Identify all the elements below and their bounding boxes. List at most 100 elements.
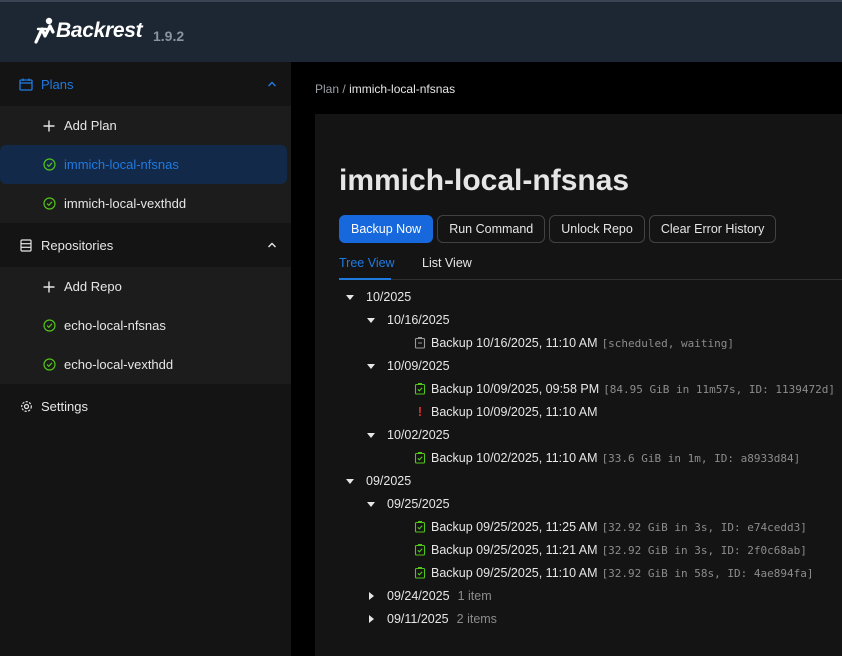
caret-down-icon[interactable] (367, 363, 375, 369)
breadcrumb-separator: / (342, 82, 346, 96)
sidebar-group-plans[interactable]: Plans (0, 62, 291, 106)
check-circle-icon (42, 197, 56, 211)
backup-meta: [32.92 GiB in 3s, ID: 2f0c68ab] (601, 543, 807, 557)
tree-backup[interactable]: Backup 09/25/2025, 11:21 AM [32.92 GiB i… (414, 540, 807, 560)
check-circle-icon (42, 358, 56, 372)
save-success-icon (414, 452, 426, 464)
view-tabs: Tree View List View (339, 254, 842, 280)
breadcrumb: Plan / immich-local-nfsnas (315, 82, 455, 96)
tree-month[interactable]: 09/2025 (346, 471, 411, 491)
save-success-icon (414, 544, 426, 556)
tree-day[interactable]: 10/02/2025 (367, 425, 450, 445)
check-circle-icon (42, 319, 56, 333)
chevron-up-icon[interactable] (267, 77, 277, 92)
plan-actions: Backup Now Run Command Unlock Repo Clear… (339, 215, 777, 243)
tree-backup[interactable]: ! Backup 10/09/2025, 11:10 AM (414, 402, 598, 422)
save-success-icon (414, 383, 426, 395)
backup-label: Backup 10/09/2025, 11:10 AM (431, 405, 598, 419)
active-tab-indicator (339, 278, 391, 280)
plans-list: Add Plan immich-local-nfsnas immich-loca… (0, 106, 291, 223)
main-content: Plan / immich-local-nfsnas immich-local-… (291, 62, 842, 656)
save-success-icon (414, 521, 426, 533)
app-header: Backrest 1.9.2 (0, 0, 842, 62)
backup-meta: [33.6 GiB in 1m, ID: a8933d84] (601, 451, 801, 465)
run-command-button[interactable]: Run Command (437, 215, 546, 243)
plus-icon (42, 280, 56, 294)
calendar-icon (19, 77, 33, 91)
caret-down-icon[interactable] (367, 501, 375, 507)
tree-node-label: 09/25/2025 (387, 497, 450, 511)
sidebar-item-immich-local-vexthdd[interactable]: immich-local-vexthdd (0, 184, 291, 223)
sidebar-group-repositories[interactable]: Repositories (0, 223, 291, 267)
sidebar-item-label: immich-local-vexthdd (64, 196, 187, 211)
breadcrumb-parent[interactable]: Plan (315, 82, 339, 96)
plan-panel: immich-local-nfsnas Backup Now Run Comma… (315, 114, 842, 656)
backup-label: Backup 09/25/2025, 11:25 AM (431, 520, 598, 534)
sidebar-item-add-plan[interactable]: Add Plan (0, 106, 291, 145)
backup-label: Backup 09/25/2025, 11:21 AM (431, 543, 598, 557)
backup-label: Backup 09/25/2025, 11:10 AM (431, 566, 598, 580)
item-count: 1 item (457, 589, 492, 603)
plus-icon (42, 119, 56, 133)
breadcrumb-current: immich-local-nfsnas (349, 82, 456, 96)
caret-down-icon[interactable] (367, 317, 375, 323)
tab-tree-view[interactable]: Tree View (339, 256, 395, 270)
tree-node-label: 10/2025 (366, 290, 412, 304)
sidebar-item-add-repo[interactable]: Add Repo (0, 267, 291, 306)
sidebar-item-label: echo-local-vexthdd (64, 357, 174, 372)
tree-day[interactable]: 10/16/2025 (367, 310, 450, 330)
tree-node-label: 09/24/2025 (387, 589, 450, 603)
sidebar-item-echo-local-vexthdd[interactable]: echo-local-vexthdd (0, 345, 291, 384)
tree-day[interactable]: 09/25/2025 (367, 494, 450, 514)
save-success-icon (414, 567, 426, 579)
sidebar-item-label: immich-local-nfsnas (64, 157, 179, 172)
tree-day[interactable]: 10/09/2025 (367, 356, 450, 376)
clear-error-history-button[interactable]: Clear Error History (648, 215, 777, 243)
backup-label: Backup 10/09/2025, 09:58 PM (431, 382, 600, 396)
caret-down-icon[interactable] (346, 294, 354, 300)
tree-day-collapsed[interactable]: 09/24/2025 1 item (367, 586, 492, 606)
repositories-list: Add Repo echo-local-nfsnas echo-local-ve… (0, 267, 291, 384)
tree-backup[interactable]: Backup 10/09/2025, 09:58 PM [84.95 GiB i… (414, 379, 835, 399)
sidebar-item-settings[interactable]: Settings (0, 384, 291, 428)
tree-backup[interactable]: Backup 10/02/2025, 11:10 AM [33.6 GiB in… (414, 448, 800, 468)
page-title: immich-local-nfsnas (339, 164, 630, 197)
tree-node-label: 09/11/2025 (387, 612, 449, 626)
error-exclamation-icon: ! (417, 405, 423, 419)
chevron-up-icon[interactable] (267, 238, 277, 253)
tree-day-collapsed[interactable]: 09/11/2025 2 items (367, 609, 497, 629)
tree-node-label: 09/2025 (366, 474, 412, 488)
sidebar-item-echo-local-nfsnas[interactable]: echo-local-nfsnas (0, 306, 291, 345)
gear-icon (19, 399, 33, 413)
sidebar-item-label: Add Plan (64, 118, 117, 133)
backup-now-button[interactable]: Backup Now (339, 215, 434, 243)
sidebar-item-label: Settings (41, 398, 88, 414)
backup-label: Backup 10/16/2025, 11:10 AM (431, 336, 598, 350)
sidebar-group-label: Repositories (41, 237, 114, 253)
check-circle-icon (42, 158, 56, 172)
backup-label: Backup 10/02/2025, 11:10 AM (431, 451, 598, 465)
backup-meta: [32.92 GiB in 3s, ID: e74cedd3] (601, 520, 807, 534)
unlock-repo-button[interactable]: Unlock Repo (549, 215, 645, 243)
backup-meta: [84.95 GiB in 11m57s, ID: 1139472d] (603, 382, 835, 396)
backup-meta: [32.92 GiB in 58s, ID: 4ae894fa] (601, 566, 814, 580)
tab-list-view[interactable]: List View (422, 256, 472, 270)
tree-backup[interactable]: Backup 09/25/2025, 11:10 AM [32.92 GiB i… (414, 563, 813, 583)
tree-backup[interactable]: Backup 10/16/2025, 11:10 AM [scheduled, … (414, 333, 734, 353)
tree-month[interactable]: 10/2025 (346, 287, 411, 307)
app-logo[interactable]: Backrest (34, 16, 143, 46)
caret-right-icon[interactable] (369, 615, 374, 623)
sidebar-item-label: echo-local-nfsnas (64, 318, 166, 333)
backrest-logo-icon (34, 16, 58, 46)
caret-down-icon[interactable] (346, 478, 354, 484)
app-name: Backrest (56, 19, 143, 42)
pending-backup-icon (414, 337, 426, 349)
tree-node-label: 10/16/2025 (387, 313, 450, 327)
tree-backup[interactable]: Backup 09/25/2025, 11:25 AM [32.92 GiB i… (414, 517, 807, 537)
sidebar: Plans Add Plan immich-local-nfsnas immic… (0, 62, 291, 656)
caret-right-icon[interactable] (369, 592, 374, 600)
caret-down-icon[interactable] (367, 432, 375, 438)
sidebar-item-immich-local-nfsnas[interactable]: immich-local-nfsnas (0, 145, 287, 184)
tree-node-label: 10/02/2025 (387, 428, 450, 442)
sidebar-item-label: Add Repo (64, 279, 122, 294)
